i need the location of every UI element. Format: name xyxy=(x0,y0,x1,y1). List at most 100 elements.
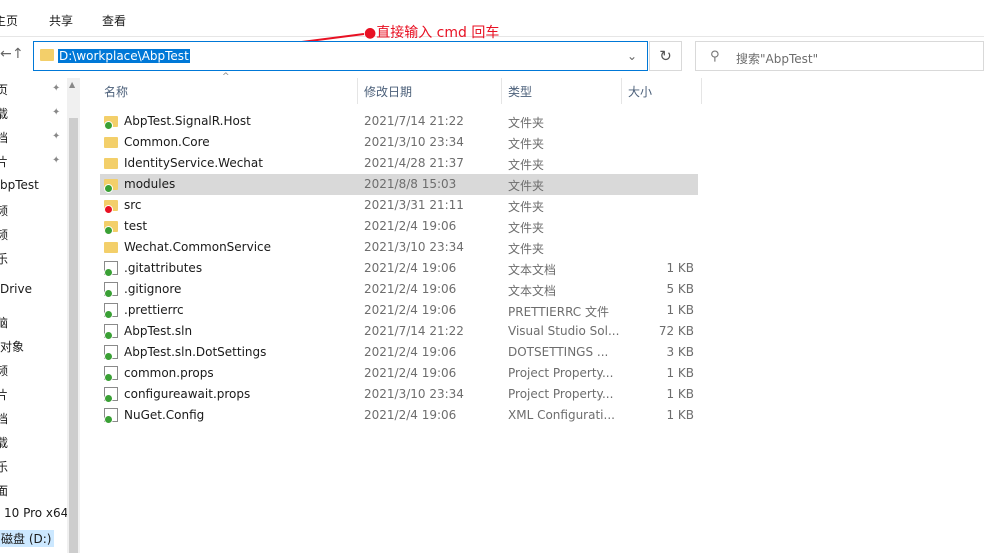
up-arrow-icon[interactable]: ↑ xyxy=(12,46,24,62)
scroll-thumb[interactable] xyxy=(69,118,78,553)
file-name: IdentityService.Wechat xyxy=(124,156,263,170)
file-size: 3 KB xyxy=(666,345,694,359)
column-header-type[interactable]: 类型 xyxy=(508,83,532,105)
file-type: PRETTIERRC 文件 xyxy=(508,305,609,319)
file-date: 2021/3/10 23:34 xyxy=(364,240,464,254)
pin-icon: ✦ xyxy=(52,155,61,166)
nav-item[interactable]: 对象 xyxy=(0,338,24,355)
file-row[interactable]: AbpTest.sln 2021/7/14 21:22 Visual Studio … xyxy=(100,321,698,342)
nav-item[interactable]: 片 xyxy=(0,386,8,403)
nav-item[interactable]: 片 xyxy=(0,153,8,170)
column-header-size[interactable]: 大小 xyxy=(628,83,652,105)
file-size: 1 KB xyxy=(666,408,694,422)
synced-status-icon xyxy=(104,289,113,298)
synced-status-icon xyxy=(104,415,113,424)
file-date: 2021/2/4 19:06 xyxy=(364,345,457,359)
pin-icon: ✦ xyxy=(52,107,61,118)
column-divider[interactable] xyxy=(621,78,622,104)
file-type: 文件夹 xyxy=(508,200,545,214)
nav-item[interactable]: 载 xyxy=(0,434,8,451)
file-row[interactable]: IdentityService.Wechat 2021/4/28 21:37 文件夹 xyxy=(100,153,698,174)
file-row[interactable]: AbpTest.SignalR.Host 2021/7/14 21:22 文件夹 xyxy=(100,111,698,132)
file-type: 文件夹 xyxy=(508,221,545,235)
pin-icon: ✦ xyxy=(52,83,61,94)
file-date: 2021/7/14 21:22 xyxy=(364,324,464,338)
file-row[interactable]: .prettierrc 2021/2/4 19:06 PRETTIERRC 文件 1 … xyxy=(100,300,698,321)
nav-item[interactable]: 频 xyxy=(0,202,8,219)
nav-item[interactable]: 乐 xyxy=(0,458,8,475)
file-name: AbpTest.sln xyxy=(124,324,193,338)
nav-item[interactable]: bpTest xyxy=(0,178,39,192)
nav-item[interactable]: 磁盘 (D:) xyxy=(0,530,55,547)
nav-item[interactable]: 10 Pro x64 xyxy=(4,506,68,520)
file-name: .gitignore xyxy=(124,282,182,296)
file-row[interactable]: src 2021/3/31 21:11 文件夹 xyxy=(100,195,698,216)
file-row[interactable]: .gitattributes 2021/2/4 19:06 文本文档 1 KB xyxy=(100,258,698,279)
file-name: configureawait.props xyxy=(124,387,251,401)
nav-scrollbar[interactable]: ▲ xyxy=(67,78,80,553)
address-bar[interactable]: D:\workplace\AbpTest ⌄ xyxy=(33,41,648,71)
nav-item[interactable]: Drive xyxy=(0,282,32,296)
nav-item[interactable]: 乐 xyxy=(0,250,8,267)
file-row[interactable]: test 2021/2/4 19:06 文件夹 xyxy=(100,216,698,237)
nav-item[interactable]: 面 xyxy=(0,482,8,499)
file-date: 2021/3/10 23:34 xyxy=(364,135,464,149)
file-row[interactable]: configureawait.props 2021/3/10 23:34 Proje… xyxy=(100,384,698,405)
back-arrow-icon[interactable]: ← xyxy=(0,46,12,62)
file-date: 2021/2/4 19:06 xyxy=(364,282,457,296)
file-name: test xyxy=(124,219,148,233)
file-size: 1 KB xyxy=(666,261,694,275)
file-name: AbpTest.SignalR.Host xyxy=(124,114,251,128)
search-placeholder[interactable]: 搜索"AbpTest" xyxy=(736,50,818,67)
file-type: 文件夹 xyxy=(508,137,545,151)
sort-ascending-icon: ^ xyxy=(222,72,230,82)
synced-status-icon xyxy=(104,373,113,382)
synced-status-icon xyxy=(104,352,113,361)
nav-item[interactable]: 脑 xyxy=(0,314,8,331)
nav-item[interactable]: 频 xyxy=(0,226,8,243)
synced-status-icon xyxy=(104,121,113,130)
column-header-date[interactable]: 修改日期 xyxy=(364,83,412,105)
file-row[interactable]: modules 2021/8/8 15:03 文件夹 xyxy=(100,174,698,195)
file-row[interactable]: Wechat.CommonService 2021/3/10 23:34 文件夹 xyxy=(100,237,698,258)
column-divider[interactable] xyxy=(501,78,502,104)
search-box[interactable]: ⚲ 搜索"AbpTest" xyxy=(695,41,984,71)
chevron-down-icon[interactable]: ⌄ xyxy=(627,49,637,63)
file-size: 1 KB xyxy=(666,387,694,401)
file-date: 2021/2/4 19:06 xyxy=(364,261,457,275)
file-name: Common.Core xyxy=(124,135,210,149)
nav-item[interactable]: 档 xyxy=(0,129,8,146)
file-type: Project Property... xyxy=(508,366,614,380)
file-row[interactable]: .gitignore 2021/2/4 19:06 文本文档 5 KB xyxy=(100,279,698,300)
nav-item[interactable]: 档 xyxy=(0,410,8,427)
file-date: 2021/2/4 19:06 xyxy=(364,408,457,422)
folder-icon xyxy=(104,158,118,169)
file-name: src xyxy=(124,198,142,212)
column-divider[interactable] xyxy=(701,78,702,104)
file-size: 72 KB xyxy=(658,324,694,338)
file-row[interactable]: AbpTest.sln.DotSettings 2021/2/4 19:06 DOT… xyxy=(100,342,698,363)
file-type: 文本文档 xyxy=(508,263,557,277)
synced-status-icon xyxy=(104,331,113,340)
synced-status-icon xyxy=(104,184,113,193)
file-date: 2021/2/4 19:06 xyxy=(364,366,457,380)
file-type: 文本文档 xyxy=(508,284,557,298)
column-divider[interactable] xyxy=(357,78,358,104)
file-date: 2021/7/14 21:22 xyxy=(364,114,464,128)
refresh-button[interactable]: ↻ xyxy=(649,41,682,71)
nav-item[interactable]: 载 xyxy=(0,105,8,122)
file-row[interactable]: Common.Core 2021/3/10 23:34 文件夹 xyxy=(100,132,698,153)
file-row[interactable]: NuGet.Config 2021/2/4 19:06 XML Configurat… xyxy=(100,405,698,426)
nav-item[interactable]: 频 xyxy=(0,362,8,379)
file-row[interactable]: common.props 2021/2/4 19:06 Project Proper… xyxy=(100,363,698,384)
folder-icon xyxy=(104,137,118,148)
nav-item[interactable]: 页 xyxy=(0,81,8,98)
scroll-up-icon[interactable]: ▲ xyxy=(69,80,75,89)
synced-status-icon xyxy=(104,394,113,403)
address-path[interactable]: D:\workplace\AbpTest xyxy=(58,49,190,63)
file-type: XML Configurati... xyxy=(508,408,615,422)
file-size: 1 KB xyxy=(666,303,694,317)
column-header-name[interactable]: 名称 xyxy=(104,83,128,105)
synced-status-icon xyxy=(104,226,113,235)
file-date: 2021/3/31 21:11 xyxy=(364,198,464,212)
